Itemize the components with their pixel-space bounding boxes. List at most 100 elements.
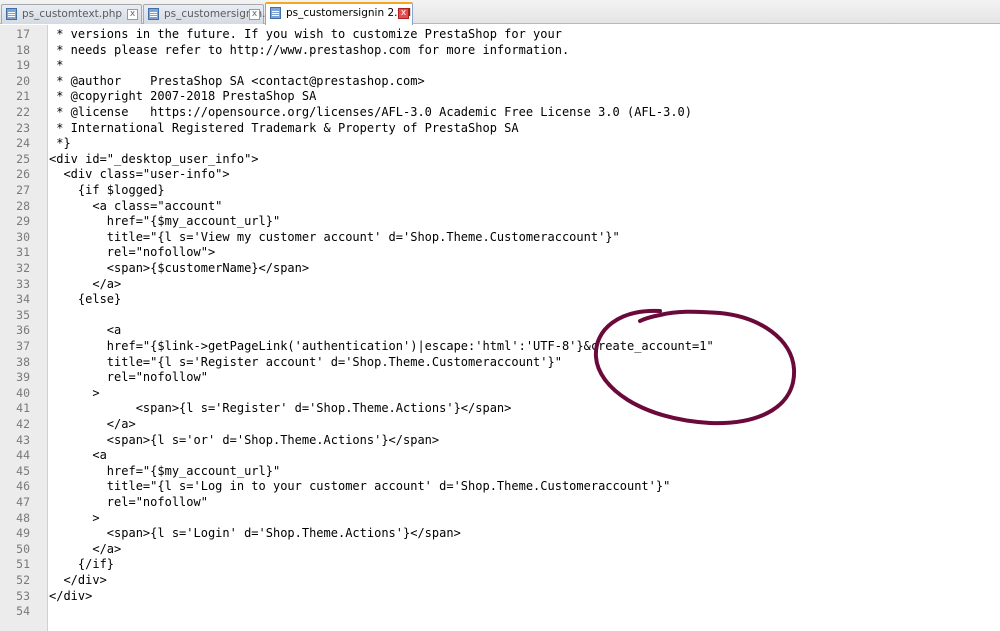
line-number: 45 bbox=[16, 463, 30, 478]
close-icon[interactable]: x bbox=[249, 9, 260, 20]
line-number: 49 bbox=[16, 526, 30, 541]
line-number: 35 bbox=[16, 307, 30, 322]
code-line[interactable]: 45 href="{$my_account_url}" bbox=[0, 464, 1000, 480]
code-text: title="{l s='View my customer account' d… bbox=[49, 229, 620, 244]
line-number: 21 bbox=[16, 89, 30, 104]
code-line[interactable]: 42 </a> bbox=[0, 417, 1000, 433]
code-line[interactable]: 26 <div class="user-info"> bbox=[0, 167, 1000, 183]
line-number: 44 bbox=[16, 448, 30, 463]
code-line[interactable]: 40 > bbox=[0, 386, 1000, 402]
code-text: rel="nofollow" bbox=[49, 495, 208, 509]
code-text: <span>{l s='Register' d='Shop.Theme.Acti… bbox=[49, 401, 512, 416]
code-line[interactable]: 20 * @author PrestaShop SA <contact@pres… bbox=[0, 74, 1000, 90]
code-text: title="{l s='Register account' d='Shop.T… bbox=[49, 354, 562, 369]
hand-drawn-circle-annotation bbox=[593, 308, 797, 426]
code-text: <div id="_desktop_user_info"> bbox=[49, 151, 259, 166]
code-line[interactable]: 35 bbox=[0, 308, 1000, 324]
code-text: <span>{l s='or' d='Shop.Theme.Actions'}<… bbox=[49, 432, 440, 447]
code-line[interactable]: 37 href="{$link->getPageLink('authentica… bbox=[0, 339, 1000, 355]
code-line[interactable]: 43 <span>{l s='or' d='Shop.Theme.Actions… bbox=[0, 433, 1000, 449]
code-text: <span>{$customerName}</span> bbox=[49, 261, 310, 275]
code-text: {if $logged} bbox=[49, 183, 165, 197]
code-text: rel="nofollow"> bbox=[49, 245, 216, 260]
code-line[interactable]: 46 title="{l s='Log in to your customer … bbox=[0, 479, 1000, 495]
code-line[interactable]: 44 <a bbox=[0, 448, 1000, 464]
code-line[interactable]: 29 href="{$my_account_url}" bbox=[0, 214, 1000, 230]
code-line[interactable]: 34 {else} bbox=[0, 292, 1000, 308]
file-icon bbox=[6, 8, 17, 20]
line-number: 37 bbox=[16, 339, 30, 353]
code-text: * versions in the future. If you wish to… bbox=[49, 27, 562, 41]
line-number: 30 bbox=[16, 229, 30, 244]
code-editor[interactable]: 17 * versions in the future. If you wish… bbox=[0, 25, 1000, 631]
code-line[interactable]: 41 <span>{l s='Register' d='Shop.Theme.A… bbox=[0, 401, 1000, 417]
code-line[interactable]: 24 *} bbox=[0, 136, 1000, 152]
line-number: 18 bbox=[16, 42, 30, 57]
code-text: </div> bbox=[49, 573, 107, 587]
code-text: href="{$my_account_url}" bbox=[49, 214, 281, 229]
code-text: * bbox=[49, 58, 64, 73]
code-line[interactable]: 17 * versions in the future. If you wish… bbox=[0, 27, 1000, 43]
code-line[interactable]: 33 </a> bbox=[0, 277, 1000, 293]
code-line[interactable]: 49 <span>{l s='Login' d='Shop.Theme.Acti… bbox=[0, 526, 1000, 542]
line-number: 38 bbox=[16, 354, 30, 369]
line-number: 46 bbox=[16, 479, 30, 494]
code-line[interactable]: 51 {/if} bbox=[0, 557, 1000, 573]
code-line[interactable]: 52 </div> bbox=[0, 573, 1000, 589]
line-number: 17 bbox=[16, 27, 30, 41]
tab-ps-customersignin[interactable]: ps_customersignin.tpl x bbox=[143, 4, 279, 24]
code-text: <a bbox=[49, 448, 107, 463]
code-area[interactable]: 17 * versions in the future. If you wish… bbox=[0, 25, 1000, 631]
code-text: * @license https://opensource.org/licens… bbox=[49, 105, 692, 119]
line-number: 41 bbox=[16, 401, 30, 416]
file-icon bbox=[148, 8, 159, 20]
code-text: </div> bbox=[49, 588, 93, 603]
code-line[interactable]: 25 <div id="_desktop_user_info"> bbox=[0, 152, 1000, 168]
code-line[interactable]: 30 title="{l s='View my customer account… bbox=[0, 230, 1000, 246]
code-text: <a bbox=[49, 323, 122, 338]
tab-bar: ps_customtext.php x ps_customersignin.tp… bbox=[0, 0, 1000, 25]
code-line[interactable]: 54 bbox=[0, 604, 1000, 620]
tab-ps-customersignin-2[interactable]: ps_customersignin 2.tpl x bbox=[265, 2, 413, 25]
line-number: 40 bbox=[16, 385, 30, 400]
close-icon[interactable]: x bbox=[398, 8, 409, 19]
code-line[interactable]: 50 </a> bbox=[0, 542, 1000, 558]
line-number: 47 bbox=[16, 495, 30, 509]
line-number: 51 bbox=[16, 557, 30, 572]
code-text: * needs please refer to http://www.prest… bbox=[49, 42, 570, 57]
code-text: </a> bbox=[49, 276, 122, 291]
code-line[interactable]: 48 > bbox=[0, 511, 1000, 527]
tab-label: ps_customersignin.tpl bbox=[164, 8, 280, 20]
code-line[interactable]: 27 {if $logged} bbox=[0, 183, 1000, 199]
line-number: 48 bbox=[16, 510, 30, 525]
code-line[interactable]: 39 rel="nofollow" bbox=[0, 370, 1000, 386]
line-number: 43 bbox=[16, 432, 30, 447]
code-line[interactable]: 23 * International Registered Trademark … bbox=[0, 121, 1000, 137]
code-text: href="{$my_account_url}" bbox=[49, 463, 281, 478]
code-line[interactable]: 36 <a bbox=[0, 323, 1000, 339]
code-line[interactable]: 32 <span>{$customerName}</span> bbox=[0, 261, 1000, 277]
code-line[interactable]: 18 * needs please refer to http://www.pr… bbox=[0, 43, 1000, 59]
tab-label: ps_customersignin 2.tpl bbox=[286, 7, 412, 19]
close-icon[interactable]: x bbox=[127, 9, 138, 20]
code-line[interactable]: 22 * @license https://opensource.org/lic… bbox=[0, 105, 1000, 121]
code-line[interactable]: 21 * @copyright 2007-2018 PrestaShop SA bbox=[0, 89, 1000, 105]
code-line[interactable]: 47 rel="nofollow" bbox=[0, 495, 1000, 511]
code-line[interactable]: 38 title="{l s='Register account' d='Sho… bbox=[0, 355, 1000, 371]
line-number: 33 bbox=[16, 276, 30, 291]
line-number: 34 bbox=[16, 292, 30, 307]
code-text: * International Registered Trademark & P… bbox=[49, 120, 519, 135]
code-line[interactable]: 31 rel="nofollow"> bbox=[0, 245, 1000, 261]
line-number: 31 bbox=[16, 245, 30, 260]
code-text: <span>{l s='Login' d='Shop.Theme.Actions… bbox=[49, 526, 461, 541]
line-number: 32 bbox=[16, 261, 30, 275]
tab-ps-customtext[interactable]: ps_customtext.php x bbox=[1, 4, 142, 24]
code-text: *} bbox=[49, 136, 71, 151]
code-text: <a class="account" bbox=[49, 198, 223, 213]
line-number: 22 bbox=[16, 105, 30, 119]
code-line[interactable]: 28 <a class="account" bbox=[0, 199, 1000, 215]
line-number: 26 bbox=[16, 167, 30, 182]
code-line[interactable]: 53 </div> bbox=[0, 589, 1000, 605]
code-line[interactable]: 19 * bbox=[0, 58, 1000, 74]
line-number: 52 bbox=[16, 573, 30, 587]
